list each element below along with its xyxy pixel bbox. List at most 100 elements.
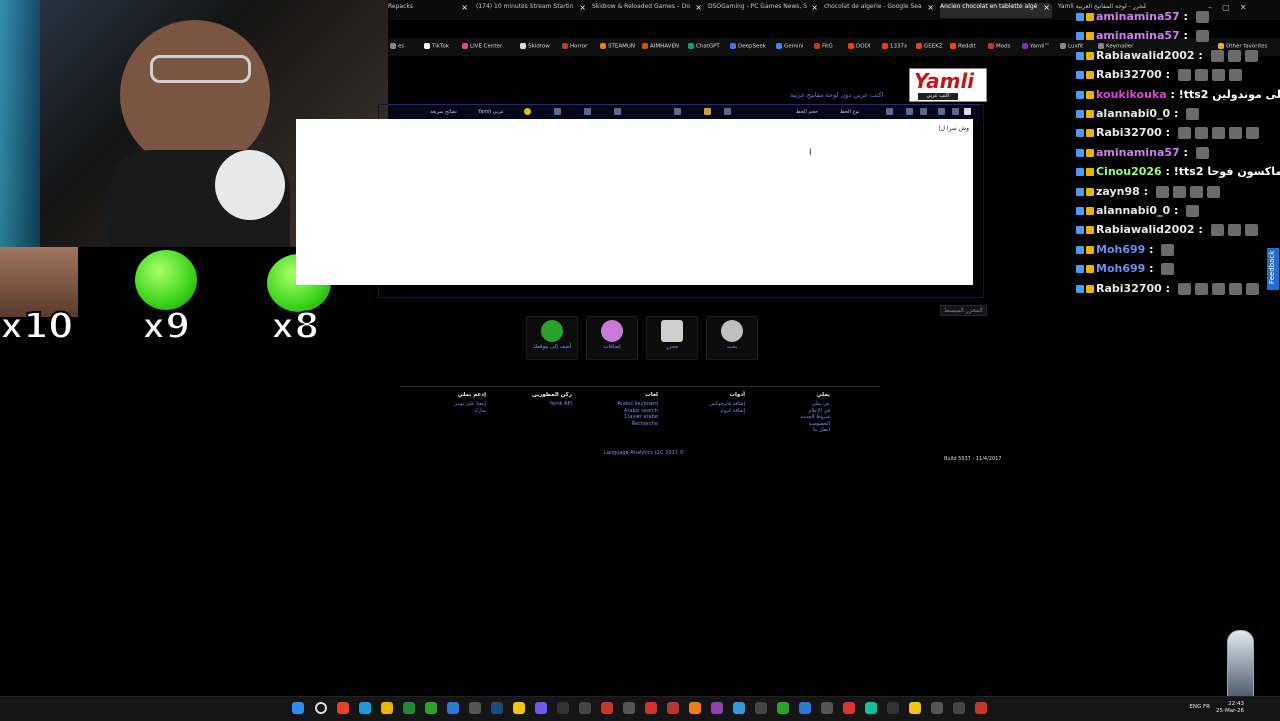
editor-button[interactable]: محرر xyxy=(646,316,698,360)
chat-username[interactable]: Rabi32700 xyxy=(1096,126,1162,139)
close-icon[interactable]: × xyxy=(461,3,468,12)
folder-icon[interactable] xyxy=(381,702,393,714)
feedback-tab[interactable]: Feedback xyxy=(1267,248,1279,290)
bookmark-item[interactable]: TikTok xyxy=(424,43,449,50)
app-icon[interactable] xyxy=(755,702,767,714)
footer-link[interactable]: شروط الخدمة xyxy=(800,414,830,421)
copy-icon[interactable] xyxy=(906,108,913,115)
save-icon[interactable] xyxy=(952,108,959,115)
bookmark-item[interactable]: Yamli™ xyxy=(1022,43,1050,50)
footer-link[interactable]: إضافة فايرفوكس xyxy=(709,401,745,408)
close-icon[interactable]: × xyxy=(579,3,586,12)
discord-icon[interactable] xyxy=(535,702,547,714)
obs-icon[interactable] xyxy=(579,702,591,714)
app-icon[interactable] xyxy=(667,702,679,714)
extensions-button[interactable]: إضافات xyxy=(586,316,638,360)
link-icon[interactable] xyxy=(724,108,731,115)
steam-icon[interactable] xyxy=(491,702,503,714)
chat-username[interactable]: koukikouka xyxy=(1096,88,1167,101)
bookmark-item[interactable]: STEAMUN xyxy=(600,43,635,50)
excel-icon[interactable] xyxy=(403,702,415,714)
font-type-select[interactable]: نوع الخط xyxy=(840,109,859,115)
chat-username[interactable]: alannabi0_0 xyxy=(1096,107,1170,120)
bookmark-item[interactable]: Gemini xyxy=(776,43,804,50)
app-icon[interactable] xyxy=(557,702,569,714)
taskbar-clock[interactable]: 22:43 25-Mar-26 xyxy=(1216,701,1244,715)
close-icon[interactable]: × xyxy=(695,3,702,12)
align-icon[interactable] xyxy=(614,108,621,115)
bookmark-item[interactable]: 1337x xyxy=(882,43,907,50)
app-icon[interactable] xyxy=(601,702,613,714)
app-icon[interactable] xyxy=(513,702,525,714)
chat-username[interactable]: Cinou2026 xyxy=(1096,165,1162,178)
bookmark-item[interactable]: Horror xyxy=(562,43,587,50)
chat-username[interactable]: Rabiawalid2002 xyxy=(1096,49,1195,62)
bookmark-item[interactable]: ChatGPT xyxy=(688,43,720,50)
brave-icon[interactable] xyxy=(337,702,349,714)
chat-username[interactable]: aminamina57 xyxy=(1096,10,1180,23)
app-icon[interactable] xyxy=(711,702,723,714)
chat-username[interactable]: zayn98 xyxy=(1096,185,1140,198)
app-icon[interactable] xyxy=(843,702,855,714)
bookmark-item[interactable]: GEEKZ xyxy=(916,43,943,50)
new-document-icon[interactable] xyxy=(964,108,971,115)
undo-icon[interactable] xyxy=(886,108,893,115)
chat-username[interactable]: aminamina57 xyxy=(1096,146,1180,159)
direction-icon[interactable] xyxy=(674,108,681,115)
chat-username[interactable]: Rabi32700 xyxy=(1096,68,1162,81)
chat-username[interactable]: alannabi0_0 xyxy=(1096,204,1170,217)
close-icon[interactable]: × xyxy=(927,3,934,12)
simple-editor-link[interactable]: المحرر المبسط xyxy=(940,305,987,316)
browser-tab-active[interactable]: Ancien chocolat en tablette algé × xyxy=(940,3,1052,18)
yamli-toggle[interactable]: Yamli عربي xyxy=(478,109,504,115)
xbox-icon[interactable] xyxy=(425,702,437,714)
app-icon[interactable] xyxy=(931,702,943,714)
bookmark-item[interactable]: Mods xyxy=(988,43,1010,50)
bookmark-item[interactable]: DODI xyxy=(848,43,870,50)
footer-link[interactable]: Recherche xyxy=(617,421,658,428)
app-icon[interactable] xyxy=(975,702,987,714)
bookmark-item[interactable]: LIVE Center xyxy=(462,43,502,50)
browser-tab[interactable]: Repacks × xyxy=(388,3,470,18)
system-tray[interactable]: ENG FR xyxy=(1189,704,1210,710)
search-icon[interactable] xyxy=(315,702,327,714)
footer-link[interactable]: إضافة كروم xyxy=(709,408,745,415)
format-icon[interactable] xyxy=(554,108,561,115)
footer-link[interactable]: Yamli API xyxy=(532,401,572,408)
bookmark-item[interactable]: DeepSeek xyxy=(730,43,766,50)
app-icon[interactable] xyxy=(469,702,481,714)
app-icon[interactable] xyxy=(623,702,635,714)
chat-username[interactable]: Moh699 xyxy=(1096,262,1145,275)
browser-tab[interactable]: Skidrow & Reloaded Games – Do × xyxy=(592,3,704,18)
browser-tab[interactable]: (174) 10 minutes Stream Startin × xyxy=(476,3,588,18)
start-icon[interactable] xyxy=(292,702,304,714)
bookmark-item[interactable]: FitG xyxy=(814,43,833,50)
app-icon[interactable] xyxy=(865,702,877,714)
chat-username[interactable]: aminamina57 xyxy=(1096,29,1180,42)
footer-link[interactable]: اتصل بنا xyxy=(800,427,830,434)
app-icon[interactable] xyxy=(777,702,789,714)
quick-tips-button[interactable]: نصائح سريعة xyxy=(430,109,457,115)
close-icon[interactable]: × xyxy=(811,3,818,12)
search-button[interactable]: بحث xyxy=(706,316,758,360)
close-icon[interactable]: × xyxy=(1043,3,1050,12)
smiley-icon[interactable] xyxy=(524,108,531,115)
bookmark-item[interactable]: AIMHAVEN xyxy=(642,43,679,50)
footer-link[interactable]: شارك xyxy=(455,408,486,415)
app-icon[interactable] xyxy=(887,702,899,714)
app-icon[interactable] xyxy=(733,702,745,714)
yamli-logo[interactable]: Yamli أكتب عربي xyxy=(909,68,987,102)
bookmark-item[interactable]: es xyxy=(390,43,404,50)
app-icon[interactable] xyxy=(689,702,701,714)
app-icon[interactable] xyxy=(799,702,811,714)
footer-link[interactable]: إتبعنا على تويتر xyxy=(455,401,486,408)
bookmark-item[interactable]: Reddit xyxy=(950,43,976,50)
bookmark-item[interactable]: Skidrow xyxy=(520,43,550,50)
app-icon[interactable] xyxy=(909,702,921,714)
edge-icon[interactable] xyxy=(359,702,371,714)
chat-username[interactable]: Moh699 xyxy=(1096,243,1145,256)
browser-tab[interactable]: DSOGaming - PC Games News, S × xyxy=(708,3,820,18)
app-icon[interactable] xyxy=(821,702,833,714)
paste-icon[interactable] xyxy=(920,108,927,115)
add-to-site-button[interactable]: أضف إلى موقعك xyxy=(526,316,578,360)
